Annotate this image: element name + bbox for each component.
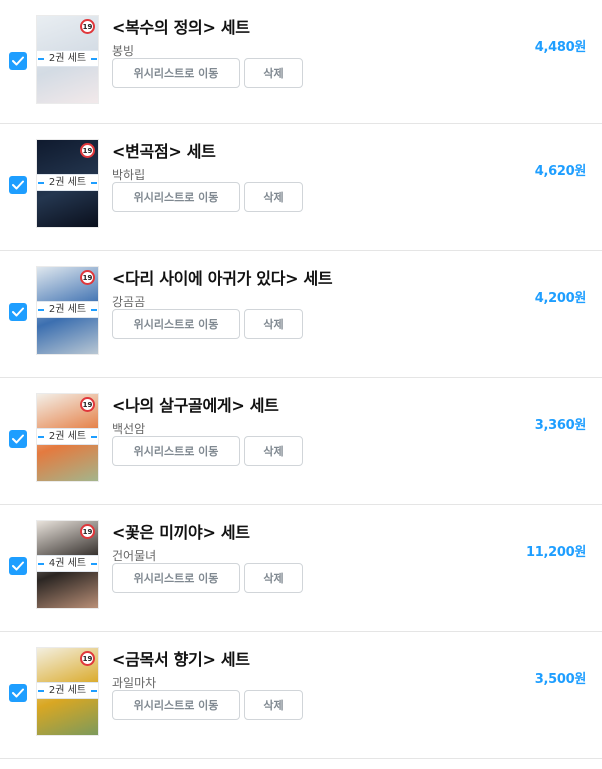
cart-item-list: 19 2권 세트 <복수의 정의> 세트 봉빙 4,480원 위시리스트로 이동 삭제 19 2… — [0, 0, 602, 759]
item-checkbox[interactable] — [9, 176, 27, 194]
book-author[interactable]: 봉빙 — [112, 42, 134, 59]
cart-item: 19 4권 세트 <꽃은 미끼야> 세트건어물녀 11,200원위시리스트로 이동 삭제 — [0, 505, 602, 632]
age-19-badge-icon: 19 — [80, 524, 95, 539]
set-count-label: 2권 세트 — [37, 50, 98, 67]
move-to-wishlist-button[interactable]: 위시리스트로 이동 — [112, 690, 240, 720]
set-count-label: 2권 세트 — [37, 174, 98, 191]
move-to-wishlist-button[interactable]: 위시리스트로 이동 — [112, 182, 240, 212]
book-title[interactable]: <꽃은 미끼야> 세트 — [112, 519, 250, 543]
set-count-label: 2권 세트 — [37, 682, 98, 699]
delete-button[interactable]: 삭제 — [244, 58, 303, 88]
age-19-badge-icon: 19 — [80, 397, 95, 412]
delete-button[interactable]: 삭제 — [244, 309, 303, 339]
item-price: 4,200원 — [534, 291, 587, 306]
cart-item: 19 2권 세트 <금목서 향기> 세트과일마차 3,500원위시리스트로 이동 삭제 — [0, 632, 602, 759]
book-author[interactable]: 백선암 — [112, 420, 145, 437]
move-to-wishlist-button[interactable]: 위시리스트로 이동 — [112, 563, 240, 593]
move-to-wishlist-button[interactable]: 위시리스트로 이동 — [112, 309, 240, 339]
move-to-wishlist-button[interactable]: 위시리스트로 이동 — [112, 436, 240, 466]
cart-item: 19 2권 세트 <변곡점> 세트박하립 4,620원위시리스트로 이동 삭제 — [0, 124, 602, 251]
book-title[interactable]: <금목서 향기> 세트 — [112, 646, 250, 670]
age-19-badge-icon: 19 — [80, 143, 95, 158]
item-checkbox[interactable] — [9, 52, 27, 70]
set-count-label: 4권 세트 — [37, 555, 98, 572]
age-19-badge-icon: 19 — [80, 270, 95, 285]
delete-button[interactable]: 삭제 — [244, 182, 303, 212]
book-title[interactable]: <복수의 정의> 세트 — [112, 14, 250, 38]
delete-button[interactable]: 삭제 — [244, 690, 303, 720]
age-19-badge-icon: 19 — [80, 651, 95, 666]
delete-button[interactable]: 삭제 — [244, 563, 303, 593]
item-price: 4,480원 — [534, 40, 587, 55]
book-title[interactable]: <변곡점> 세트 — [112, 138, 216, 162]
cart-item: 19 2권 세트 <다리 사이에 아귀가 있다> 세트강곰곰 4,200원위시리스트로… — [0, 251, 602, 378]
item-checkbox[interactable] — [9, 684, 27, 702]
age-19-badge-icon: 19 — [80, 19, 95, 34]
item-price: 3,360원 — [534, 418, 587, 433]
item-checkbox[interactable] — [9, 303, 27, 321]
cart-item: 19 2권 세트 <나의 살구골에게> 세트백선암 3,360원위시리스트로 이동 삭제 — [0, 378, 602, 505]
set-count-label: 2권 세트 — [37, 428, 98, 445]
book-title[interactable]: <나의 살구골에게> 세트 — [112, 392, 279, 416]
book-author[interactable]: 강곰곰 — [112, 293, 145, 310]
item-checkbox[interactable] — [9, 557, 27, 575]
book-author[interactable]: 과일마차 — [112, 674, 156, 691]
book-author[interactable]: 건어물녀 — [112, 547, 156, 564]
cart-item: 19 2권 세트 <복수의 정의> 세트봉빙 4,480원위시리스트로 이동 삭제 — [0, 0, 602, 124]
book-title[interactable]: <다리 사이에 아귀가 있다> 세트 — [112, 265, 333, 289]
delete-button[interactable]: 삭제 — [244, 436, 303, 466]
book-author[interactable]: 박하립 — [112, 166, 145, 183]
item-checkbox[interactable] — [9, 430, 27, 448]
item-price: 11,200원 — [525, 545, 586, 560]
set-count-label: 2권 세트 — [37, 301, 98, 318]
move-to-wishlist-button[interactable]: 위시리스트로 이동 — [112, 58, 240, 88]
item-price: 4,620원 — [534, 164, 587, 179]
item-price: 3,500원 — [534, 672, 587, 687]
